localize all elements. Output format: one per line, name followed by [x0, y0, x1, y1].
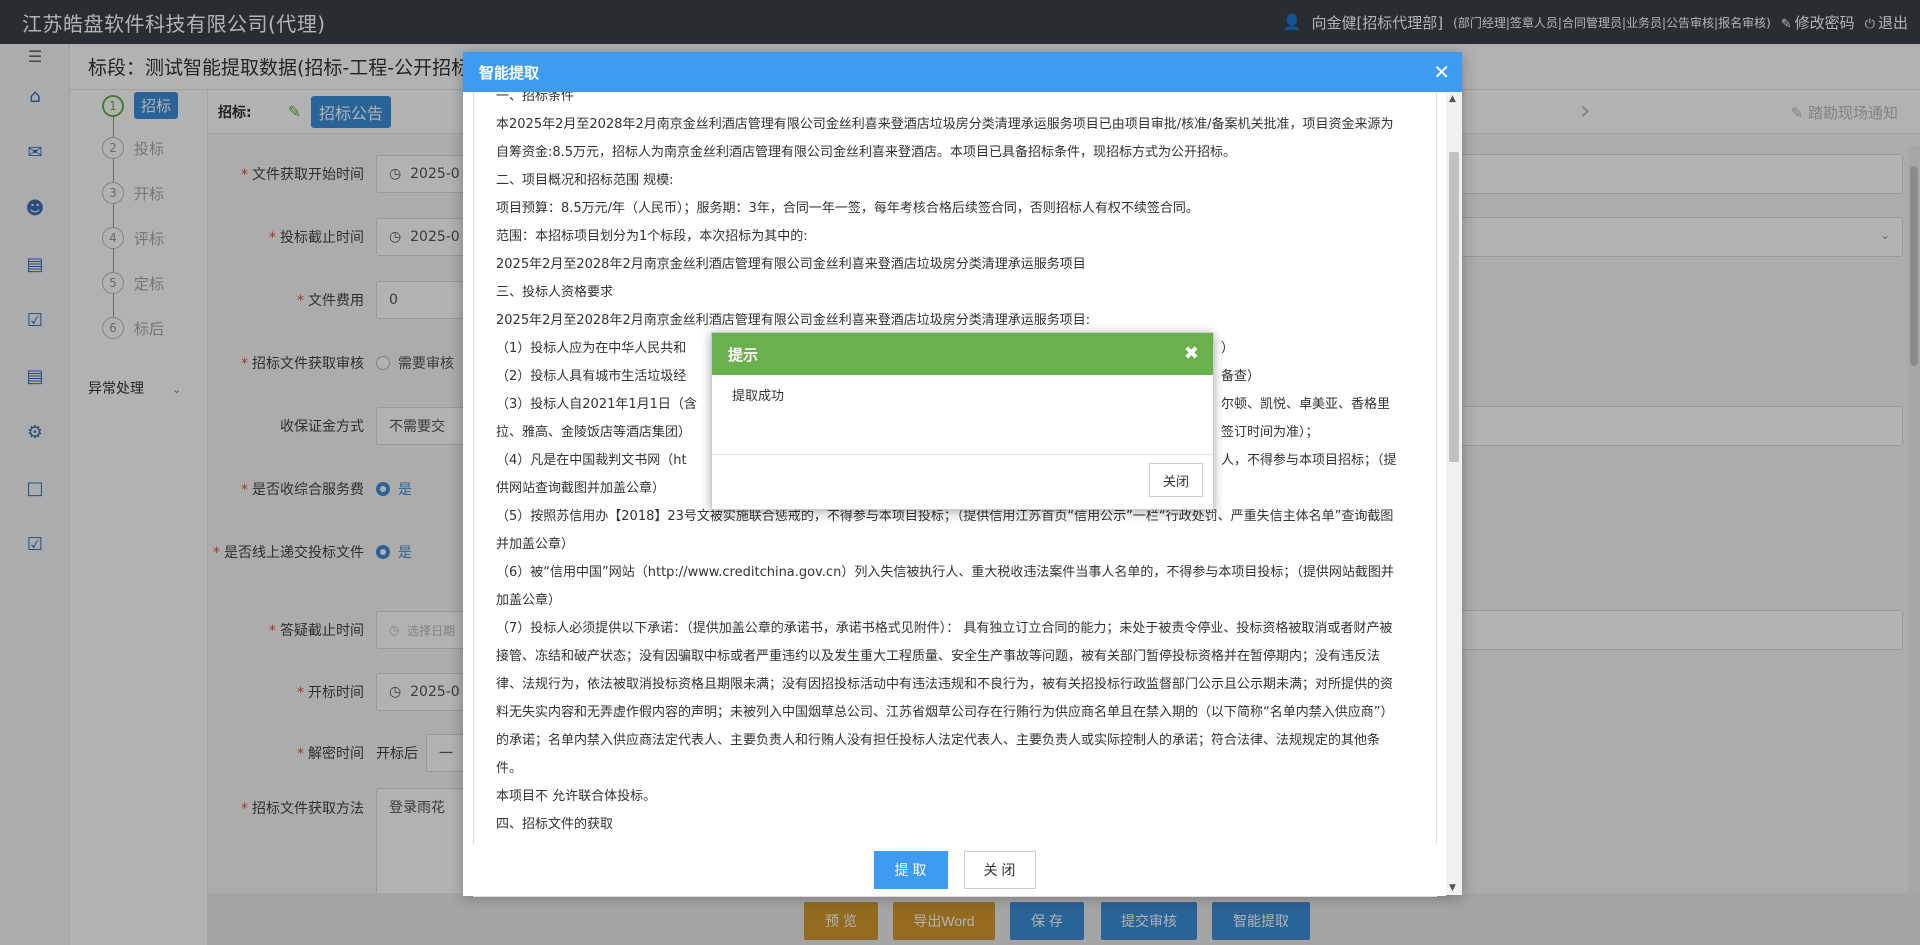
content-fragment: 人，不得参与本项目招标；（提 — [1221, 453, 1397, 468]
success-toast: 提示 ✖ 提取成功 关闭 — [711, 332, 1214, 510]
content-fragment: 尔顿、凯悦、卓美亚、香格里 — [1221, 397, 1391, 412]
toast-message: 提取成功 — [712, 375, 1213, 455]
content-line: 三、投标人资格要求 — [496, 285, 614, 300]
content-line: 2025年2月至2028年2月南京金丝利酒店管理有限公司金丝利喜来登酒店垃圾房分… — [496, 257, 1086, 272]
close-icon[interactable]: ✕ — [1433, 60, 1450, 84]
extract-button[interactable]: 提 取 — [873, 851, 948, 889]
dialog-scrollbar[interactable]: ▲ ▼ — [1446, 92, 1462, 895]
toast-header: 提示 ✖ — [712, 333, 1213, 375]
content-line: （6）被“信用中国”网站（http://www.creditchina.gov.… — [496, 565, 1394, 608]
content-fragment: 签订时间为准）； — [1221, 425, 1319, 440]
content-line: 范围：本招标项目划分为1个标段，本次招标为其中的: — [496, 229, 808, 244]
content-line: 四、招标文件的获取 — [496, 817, 614, 832]
close-icon[interactable]: ✖ — [1184, 343, 1199, 364]
scroll-up-icon[interactable]: ▲ — [1449, 94, 1456, 104]
content-line: （7）投标人必须提供以下承诺：（提供加盖公章的承诺书，承诺书格式见附件）： 具有… — [496, 621, 1394, 776]
dialog-close-button[interactable]: 关 闭 — [963, 851, 1036, 889]
content-line: 一、招标条件 — [496, 92, 575, 104]
dialog-footer: 提 取 关 闭 — [463, 844, 1446, 896]
content-fragment: ） — [1221, 341, 1235, 356]
content-line: 本2025年2月至2028年2月南京金丝利酒店管理有限公司金丝利喜来登酒店垃圾房… — [496, 117, 1394, 160]
content-line: 2025年2月至2028年2月南京金丝利酒店管理有限公司金丝利喜来登酒店垃圾房分… — [496, 313, 1091, 328]
toast-title: 提示 — [728, 345, 759, 364]
content-line: 项目预算：8.5万元/年（人民币）；服务期：3年，合同一年一签，每年考核合格后续… — [496, 201, 1199, 216]
scrollbar-thumb[interactable] — [1449, 152, 1459, 462]
dialog-title: 智能提取 — [479, 63, 540, 82]
content-line: 二、项目概况和招标范围 规模: — [496, 173, 674, 188]
toast-close-button[interactable]: 关闭 — [1149, 463, 1203, 497]
scroll-down-icon[interactable]: ▼ — [1449, 883, 1456, 893]
content-line: 本项目不 允许联合体投标。 — [496, 789, 657, 804]
content-fragment: 备查） — [1221, 369, 1261, 384]
dialog-header: 智能提取 — [463, 52, 1462, 92]
content-line: （5）按照苏信用办【2018】23号文被实施联合惩戒的，不得参与本项目投标；（提… — [496, 509, 1394, 552]
